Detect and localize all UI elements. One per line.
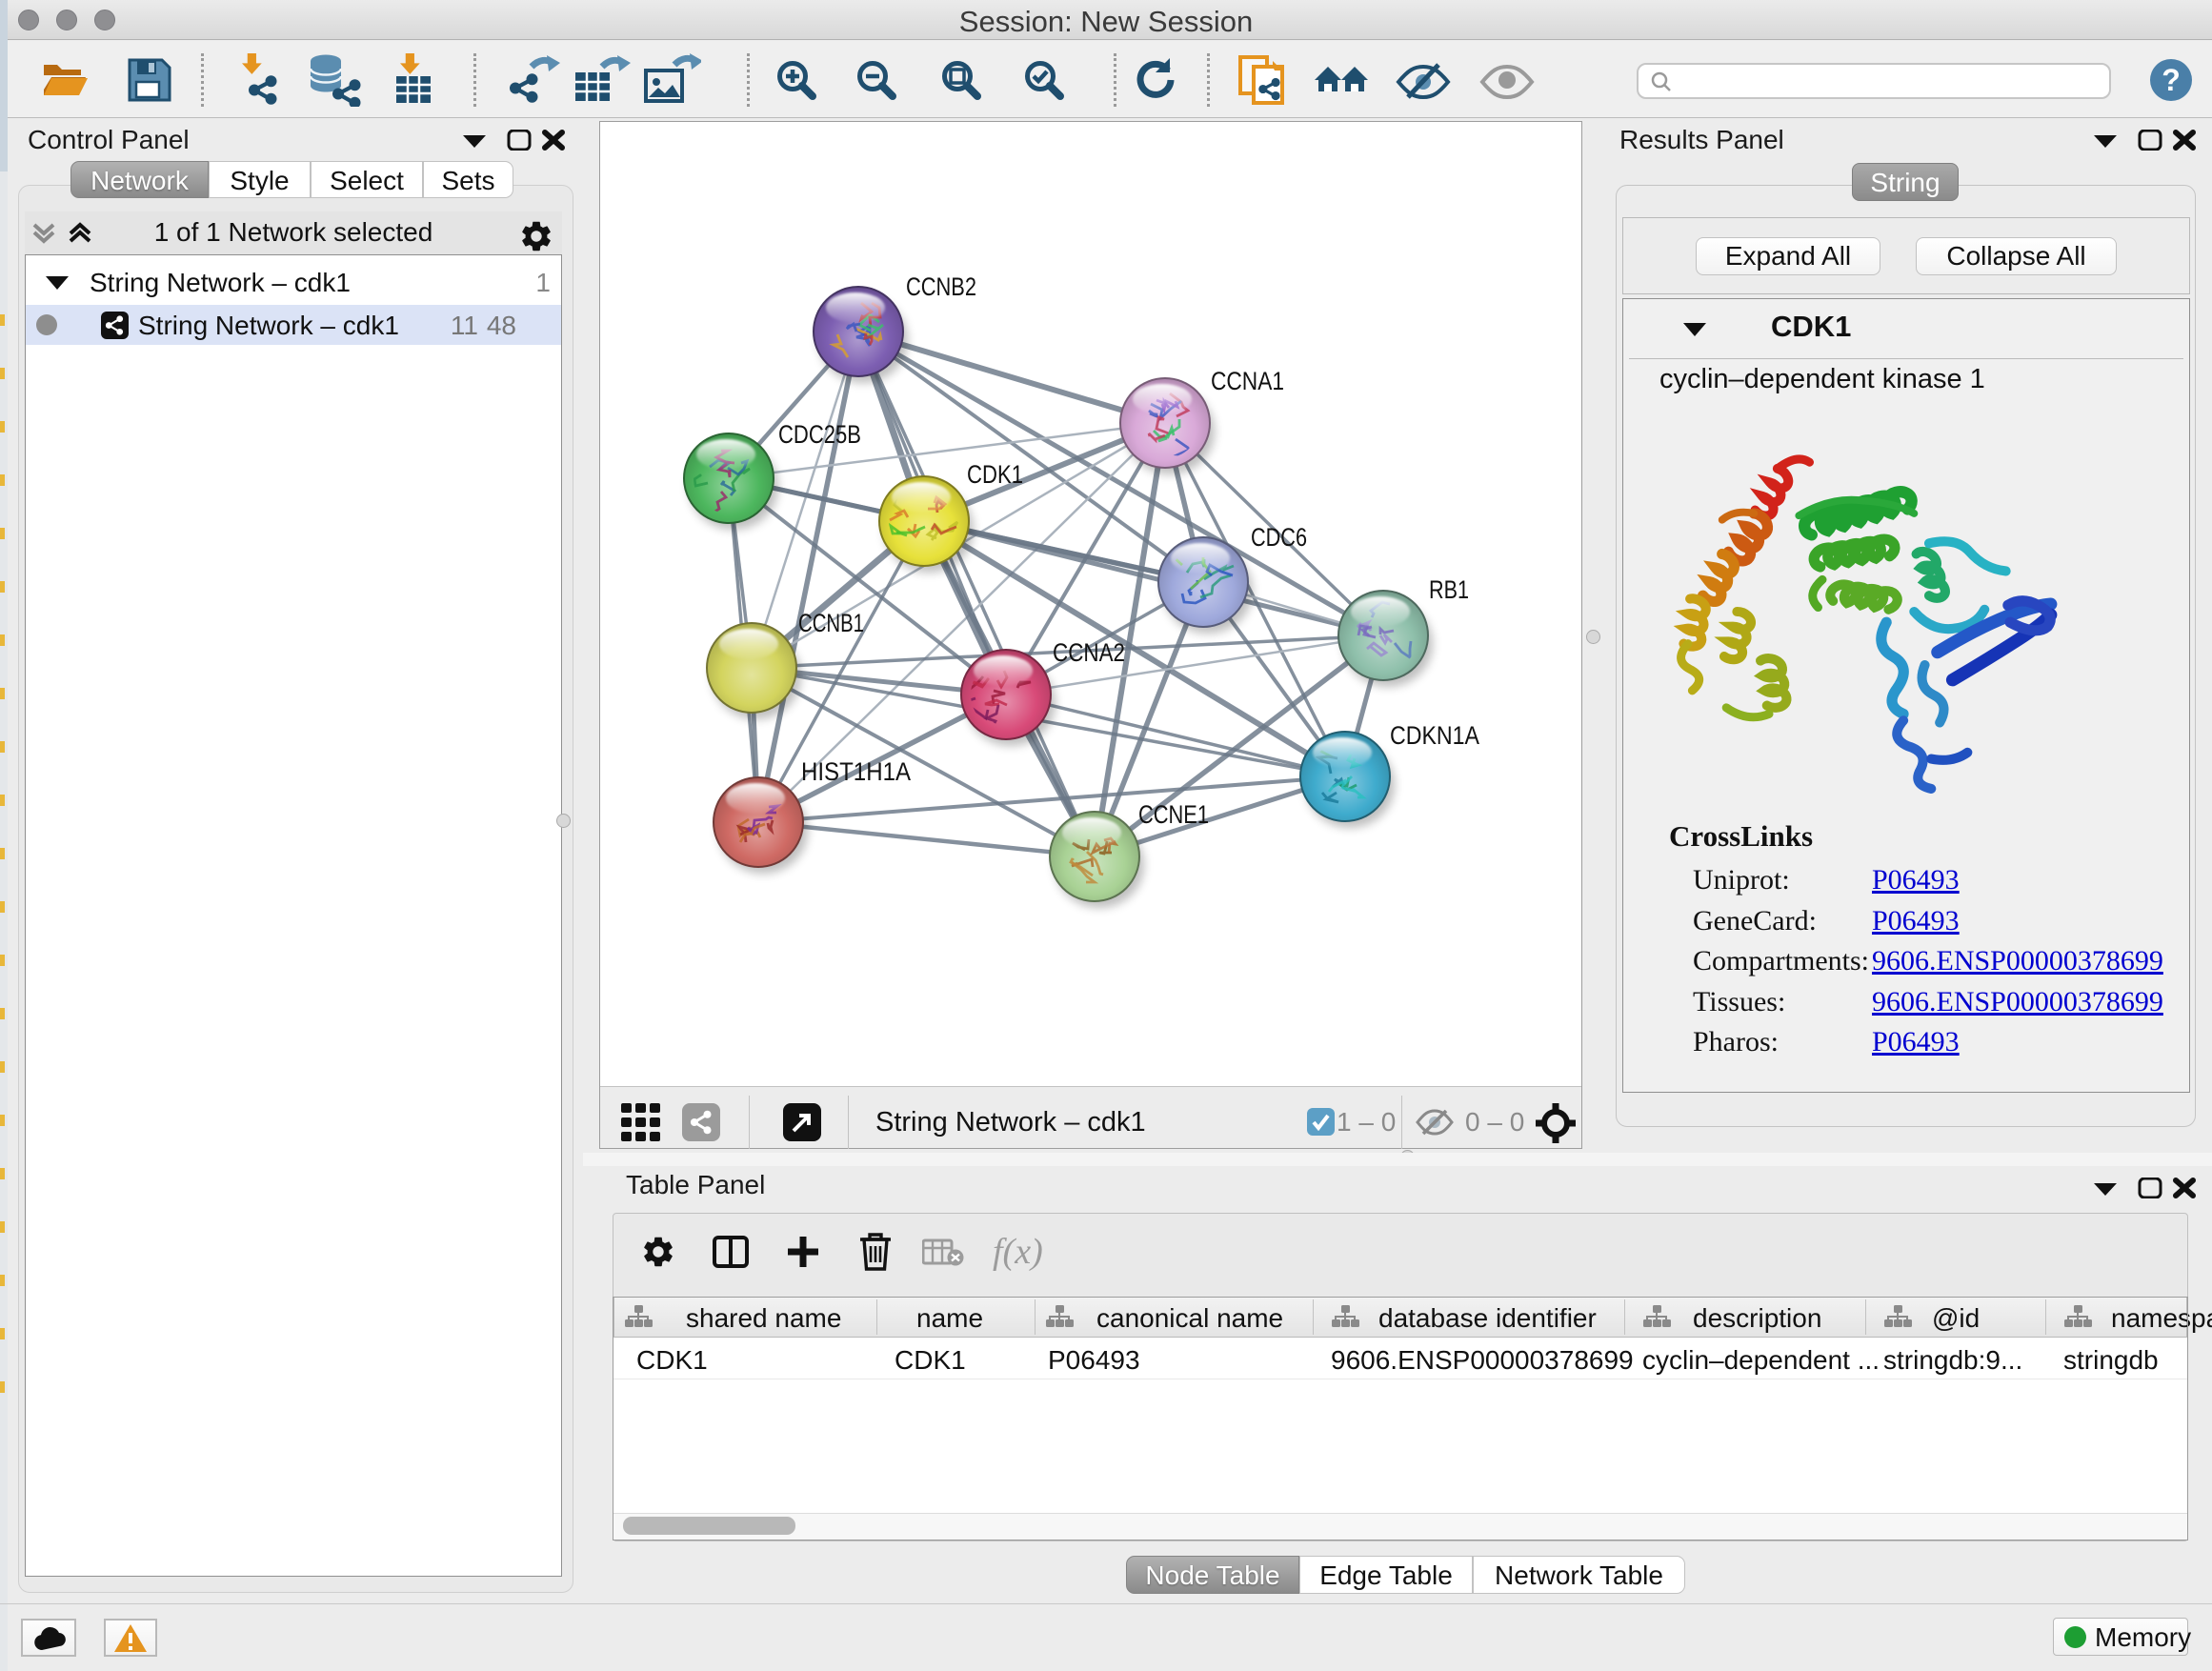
svg-text:CCNB1: CCNB1 <box>798 609 864 637</box>
svg-text:CCNE1: CCNE1 <box>1138 800 1209 829</box>
svg-text:CDC25B: CDC25B <box>778 420 861 449</box>
svg-text:CCNA2: CCNA2 <box>1053 638 1125 667</box>
svg-text:HIST1H1A: HIST1H1A <box>801 757 911 786</box>
svg-text:RB1: RB1 <box>1429 575 1469 604</box>
svg-text:CCNA1: CCNA1 <box>1211 367 1284 395</box>
svg-text:CDKN1A: CDKN1A <box>1390 721 1479 750</box>
svg-text:CCNB2: CCNB2 <box>906 272 976 301</box>
svg-text:CDC6: CDC6 <box>1251 523 1307 552</box>
svg-text:CDK1: CDK1 <box>967 460 1023 489</box>
